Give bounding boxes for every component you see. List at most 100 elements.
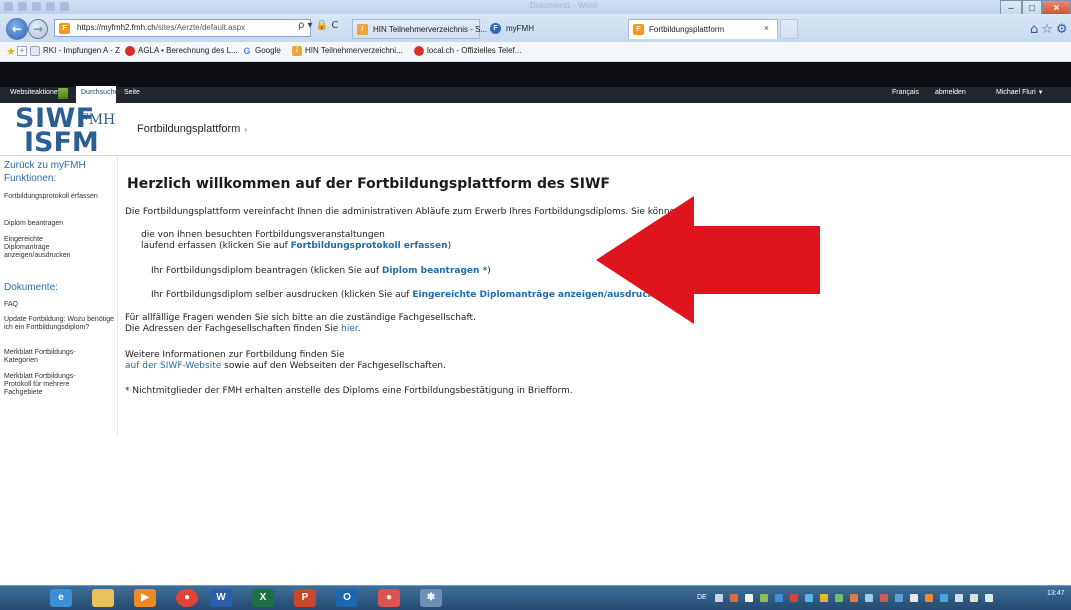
quick-access-icon[interactable] xyxy=(4,2,13,11)
logo-fmh: FMH xyxy=(79,112,116,128)
item1-post: ) xyxy=(447,241,452,251)
tab-myfmh[interactable]: F myFMH xyxy=(486,19,626,39)
tray-icon[interactable] xyxy=(850,594,858,602)
quick-access-icon[interactable] xyxy=(46,2,55,11)
diplom-beantragen-link[interactable]: Diplom beantragen * xyxy=(382,266,487,276)
favorites-star-icon[interactable]: ★ xyxy=(6,45,16,58)
volume-icon[interactable] xyxy=(985,594,993,602)
functions-heading: Funktionen: xyxy=(4,173,57,184)
network-icon[interactable] xyxy=(955,594,963,602)
tab-label: Fortbildungsplattform xyxy=(649,25,725,34)
tray-icon[interactable] xyxy=(865,594,873,602)
questions-post: . xyxy=(357,324,361,334)
local-icon xyxy=(414,46,424,56)
tray-icon[interactable] xyxy=(940,594,948,602)
tray-icon[interactable] xyxy=(895,594,903,602)
favorite-label: AGLA • Berechnung des L... xyxy=(138,46,238,55)
language-indicator[interactable]: DE xyxy=(697,594,707,601)
favorite-label: RKI - Impfungen A - Z xyxy=(43,46,120,55)
quick-access-icon[interactable] xyxy=(18,2,27,11)
tray-icon[interactable] xyxy=(880,594,888,602)
new-tab-button[interactable] xyxy=(780,19,798,39)
nav-fortbildungsprotokoll[interactable]: Fortbildungsprotokoll erfassen xyxy=(4,193,116,201)
language-link[interactable]: Français xyxy=(892,89,919,96)
favorite-google[interactable]: G Google xyxy=(242,46,281,56)
documents-heading: Dokumente: xyxy=(4,282,58,293)
ribbon-tab-browse[interactable]: Durchsuchen xyxy=(81,89,122,96)
nav-diplomantraege[interactable]: Eingereichte Diplomanträge anzeigen/ausd… xyxy=(4,236,90,260)
forward-button[interactable]: → xyxy=(28,19,48,39)
nav-merkblatt-kategorien[interactable]: Merkblatt Fortbildungs-Kategorien xyxy=(4,349,90,365)
tray-icon[interactable] xyxy=(910,594,918,602)
tray-icon[interactable] xyxy=(715,594,723,602)
tray-icon[interactable] xyxy=(925,594,933,602)
address-host: https://myfmh2.fmh.ch xyxy=(77,23,156,32)
more-info-line2: auf der SIWF-Website sowie auf den Webse… xyxy=(125,361,446,371)
hin-icon: / xyxy=(357,24,368,35)
breadcrumb[interactable]: Fortbildungsplattform › xyxy=(137,123,247,135)
tray-icon[interactable] xyxy=(730,594,738,602)
back-to-myfmh-link[interactable]: Zurück zu myFMH xyxy=(4,160,86,171)
tray-icon[interactable] xyxy=(820,594,828,602)
tray-icon[interactable] xyxy=(745,594,753,602)
tray-icon[interactable] xyxy=(775,594,783,602)
favorite-local[interactable]: local.ch - Offizielles Telef... xyxy=(414,46,521,56)
explorer-icon[interactable] xyxy=(92,589,114,607)
word-icon[interactable]: W xyxy=(210,589,232,607)
quick-access-icon[interactable] xyxy=(32,2,41,11)
add-favorite-icon[interactable]: + xyxy=(17,46,27,56)
favorite-label: Google xyxy=(255,46,281,55)
tab-hin[interactable]: / HIN Teilnehmerverzeichnis - S... xyxy=(352,19,487,39)
nav-update-fortbildung[interactable]: Update Fortbildung: Wozu benötige ich ei… xyxy=(4,316,116,332)
more-info-line1: Weitere Informationen zur Fortbildung fi… xyxy=(125,350,345,360)
excel-icon[interactable]: X xyxy=(252,589,274,607)
navigate-up-icon[interactable] xyxy=(58,88,68,99)
nav-merkblatt-protokoll[interactable]: Merkblatt Fortbildungs-Protokoll für meh… xyxy=(4,373,96,397)
item2-post: ) xyxy=(487,266,491,276)
address-path: /sites/Aerzte/default.aspx xyxy=(155,23,246,32)
address-bar[interactable]: F https://myfmh2.fmh.ch/sites/Aerzte/def… xyxy=(54,19,311,37)
agla-icon xyxy=(125,46,135,56)
ribbon-tab-page[interactable]: Seite xyxy=(124,89,140,96)
bug-icon[interactable]: ✱ xyxy=(420,589,442,607)
favorite-agla[interactable]: AGLA • Berechnung des L... xyxy=(125,46,238,56)
ribbon-tab-browse-label: Durchsuchen xyxy=(81,89,123,96)
siwf-website-link[interactable]: auf der SIWF-Website xyxy=(125,361,221,371)
favorite-rki[interactable]: RKI - Impfungen A - Z xyxy=(30,46,120,56)
fortbildungsprotokoll-link[interactable]: Fortbildungsprotokoll erfassen xyxy=(291,241,448,251)
ie-icon[interactable]: e xyxy=(50,589,72,607)
settings-gear-icon[interactable]: ⚙ xyxy=(1056,22,1071,37)
home-icon[interactable]: ⌂ xyxy=(1030,22,1041,37)
google-icon: G xyxy=(242,46,252,56)
nav-diplom-beantragen[interactable]: Diplom beantragen xyxy=(4,220,116,228)
fmh-icon: F xyxy=(490,23,501,34)
tray-icon[interactable] xyxy=(805,594,813,602)
user-menu[interactable]: Michael Fluri ▼ xyxy=(996,89,1044,96)
fachgesellschaften-link[interactable]: hier xyxy=(341,324,358,334)
item1-pre: laufend erfassen (klicken Sie auf xyxy=(141,241,291,251)
address-controls[interactable]: ρ ▾ 🔒 C xyxy=(298,20,338,31)
nav-faq[interactable]: FAQ xyxy=(4,301,116,309)
flag-icon[interactable] xyxy=(970,594,978,602)
clock[interactable]: 13:47 xyxy=(1047,589,1065,598)
quick-access-icon[interactable] xyxy=(60,2,69,11)
red-arrow-annotation xyxy=(596,196,820,324)
address-text[interactable]: https://myfmh2.fmh.ch/sites/Aerzte/defau… xyxy=(77,23,245,32)
close-tab-icon[interactable]: × xyxy=(764,23,769,33)
app-icon[interactable]: ● xyxy=(378,589,400,607)
favorite-hin[interactable]: / HIN Teilnehmerverzeichni... xyxy=(292,46,403,56)
logout-link[interactable]: abmelden xyxy=(935,89,966,96)
tab-fortbildungsplattform[interactable]: F Fortbildungsplattform × xyxy=(628,19,778,39)
tray-icon[interactable] xyxy=(835,594,843,602)
chrome-icon[interactable]: ● xyxy=(176,589,198,607)
back-button[interactable]: ← xyxy=(6,18,28,40)
tray-icon[interactable] xyxy=(760,594,768,602)
tray-icon[interactable] xyxy=(790,594,798,602)
page-title: Herzlich willkommen auf der Fortbildungs… xyxy=(127,176,610,192)
powerpoint-icon[interactable]: P xyxy=(294,589,316,607)
favorites-star-icon[interactable]: ☆ xyxy=(1041,22,1056,37)
media-icon[interactable]: ▶ xyxy=(134,589,156,607)
chevron-down-icon: ▼ xyxy=(1037,90,1044,96)
outlook-icon[interactable]: O xyxy=(336,589,358,607)
item3-pre: Ihr Fortbildungsdiplom selber ausdrucken… xyxy=(151,290,413,300)
